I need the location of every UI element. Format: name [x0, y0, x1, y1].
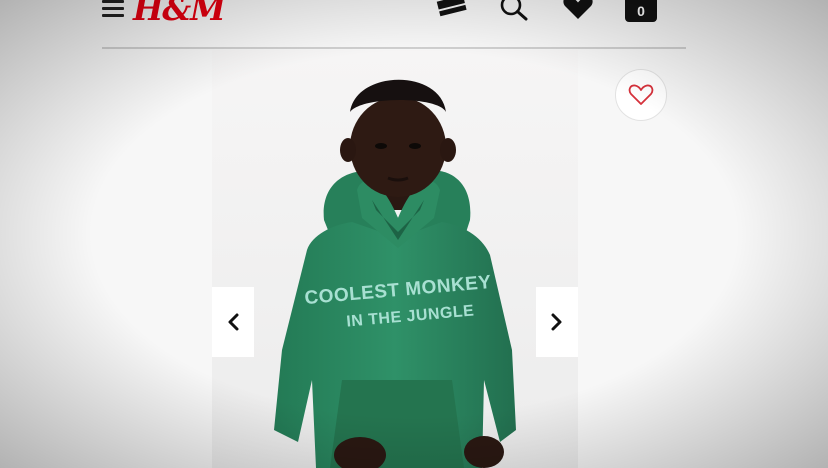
card-icon[interactable]	[436, 0, 470, 22]
chevron-right-icon	[551, 313, 562, 331]
menu-icon[interactable]	[102, 0, 124, 18]
next-image-button[interactable]	[536, 287, 578, 357]
heart-icon[interactable]	[562, 0, 594, 20]
header-divider	[102, 47, 686, 49]
product-image[interactable]: COOLEST MONKEY IN THE JUNGLE	[212, 50, 578, 468]
site-header: H&M 0	[0, 0, 828, 49]
chevron-left-icon	[228, 313, 239, 331]
previous-image-button[interactable]	[212, 287, 254, 357]
shopping-bag-icon[interactable]: 0	[625, 0, 657, 22]
product-page: H&M 0 COOLEST MONKEY IN THE JUNGLE	[0, 0, 828, 468]
heart-outline-icon	[628, 84, 654, 105]
search-icon[interactable]	[498, 0, 530, 22]
cart-count: 0	[637, 3, 645, 19]
wishlist-button[interactable]	[615, 69, 667, 121]
child-model-in-green-hoodie: COOLEST MONKEY IN THE JUNGLE	[212, 50, 578, 468]
brand-logo[interactable]: H&M	[133, 0, 226, 28]
